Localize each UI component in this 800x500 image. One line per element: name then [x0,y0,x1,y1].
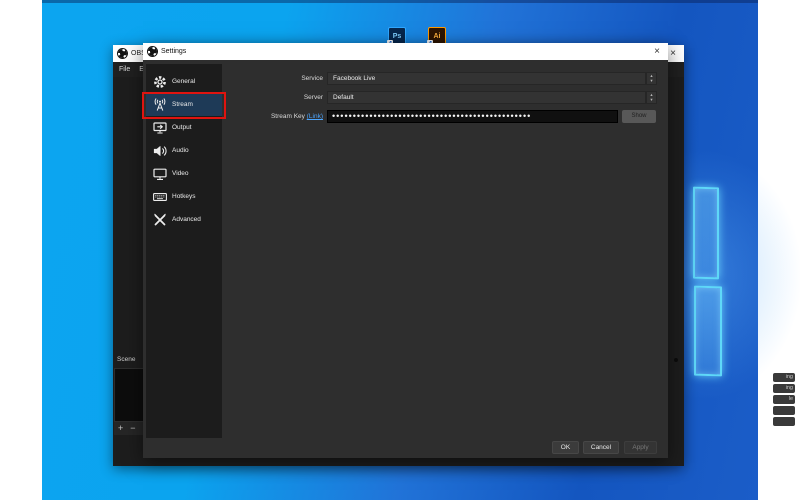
settings-close-icon[interactable]: × [651,47,663,57]
show-key-button[interactable]: Show [622,110,656,123]
stream-key-label-text: Stream Key [271,113,305,120]
illustrator-shortcut-label: Ai [434,33,441,40]
screenshot-root: Ps ↗ Ai ↗ OBS × File Edit Scene + − ing … [0,0,800,500]
studio-mode-button-fragment[interactable]: le [773,395,795,404]
stream-key-input[interactable]: ••••••••••••••••••••••••••••••••••••••••… [327,110,618,123]
sidebar-item-label: Output [172,124,192,131]
sidebar-item-video[interactable]: Video [146,162,222,185]
remove-scene-button[interactable]: − [130,424,135,433]
start-streaming-button-fragment[interactable]: ing [773,373,795,382]
chevron-down-icon: ▾ [650,98,652,103]
annotation-highlight-box [142,92,226,119]
scenes-dock-title: Scene [117,356,135,363]
ok-button[interactable]: OK [552,441,579,454]
sidebar-item-hotkeys[interactable]: Hotkeys [146,185,222,208]
tools-icon [152,212,168,228]
windows-logo-pane-top [693,187,719,280]
mixer-knob-dot [674,358,678,362]
menu-file[interactable]: File [119,66,130,73]
speaker-icon [152,143,168,159]
windows-logo-pane-bottom [694,286,722,377]
output-icon [152,120,168,136]
wallpaper-top-shade [42,0,758,3]
settings-dialog: Settings × General Stream [143,43,668,458]
monitor-icon [152,166,168,182]
photoshop-shortcut-label: Ps [393,33,402,40]
stream-key-link[interactable]: (Link) [307,113,323,120]
apply-button[interactable]: Apply [624,441,657,454]
service-label: Service [183,72,323,85]
sidebar-item-label: Audio [172,147,189,154]
sidebar-item-audio[interactable]: Audio [146,139,222,162]
obs-logo-icon [118,49,127,58]
gear-icon [152,74,168,90]
server-combobox[interactable]: Default [327,91,646,104]
obs-logo-icon [148,47,157,56]
keyboard-icon [152,189,168,205]
cancel-button[interactable]: Cancel [583,441,619,454]
service-combobox[interactable]: Facebook Live [327,72,646,85]
add-scene-button[interactable]: + [118,424,123,433]
obs-close-icon[interactable]: × [667,49,679,59]
server-value: Default [333,94,354,101]
sidebar-item-label: Hotkeys [172,193,195,200]
settings-titlebar[interactable]: Settings × [143,43,668,60]
exit-button-fragment[interactable] [773,417,795,426]
service-spinner[interactable]: ▴ ▾ [646,72,657,85]
settings-button-fragment[interactable] [773,406,795,415]
sidebar-item-label: Video [172,170,189,177]
chevron-down-icon: ▾ [650,79,652,84]
sidebar-item-label: Advanced [172,216,201,223]
start-recording-button-fragment[interactable]: ing [773,384,795,393]
settings-dialog-title: Settings [161,48,186,55]
service-value: Facebook Live [333,75,375,82]
sidebar-item-advanced[interactable]: Advanced [146,208,222,231]
server-spinner[interactable]: ▴ ▾ [646,91,657,104]
